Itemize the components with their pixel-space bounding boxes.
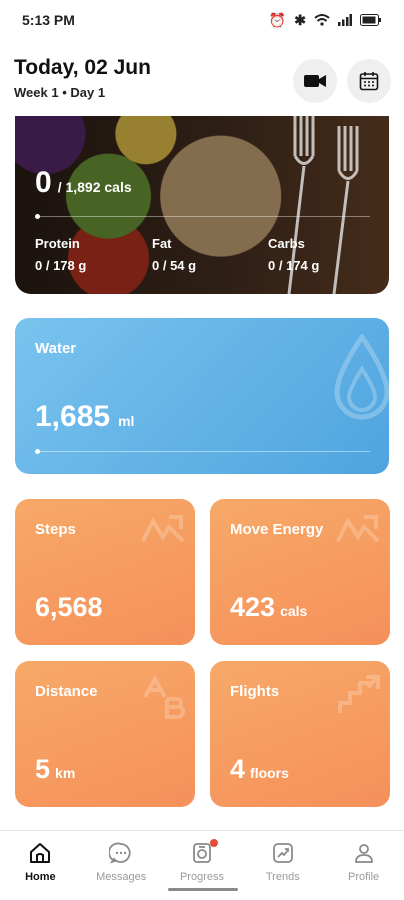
calories-card[interactable]: 0 / 1,892 cals Protein 0 / 178 g Fat 0 /… <box>15 116 389 294</box>
flights-card[interactable]: Flights 4 floors <box>210 661 390 807</box>
calories-summary: 0 / 1,892 cals <box>35 166 132 200</box>
nav-label: Progress <box>179 871 224 883</box>
calories-consumed: 0 <box>35 166 52 199</box>
nav-profile[interactable]: Profile <box>323 831 404 900</box>
progress-icon-wrapper <box>190 839 218 865</box>
macro-value: 0 / 174 g <box>268 258 320 273</box>
macro-carbs: Carbs 0 / 174 g <box>268 236 319 273</box>
week-day-separator: • <box>62 85 67 100</box>
move-energy-card[interactable]: Move Energy 423 cals <box>210 499 390 645</box>
status-icons: ⏰ ✱ <box>269 12 382 29</box>
move-energy-amount: 423 <box>230 592 276 622</box>
move-energy-value: 423 cals <box>230 592 307 623</box>
nav-trends[interactable]: Trends <box>242 831 323 900</box>
calendar-icon <box>359 72 379 91</box>
distance-card[interactable]: Distance 5 km <box>15 661 195 807</box>
nav-home[interactable]: Home <box>0 831 81 900</box>
header: Today, 02 Jun Week 1 • Day 1 <box>0 44 404 114</box>
macro-label: Fat <box>152 236 172 251</box>
distance-unit: km <box>55 765 76 781</box>
flights-label: Flights <box>230 683 280 700</box>
bluetooth-icon: ✱ <box>294 11 306 28</box>
nav-label: Messages <box>96 871 147 883</box>
stairs-watermark-icon <box>338 675 380 713</box>
water-progress-dot <box>35 449 40 454</box>
home-icon <box>30 843 51 863</box>
macro-protein: Protein 0 / 178 g <box>35 236 86 273</box>
water-label: Water <box>35 340 77 357</box>
distance-watermark-icon <box>143 674 186 719</box>
nav-label: Profile <box>347 871 380 883</box>
trends-icon <box>272 843 293 863</box>
macro-label: Carbs <box>268 236 305 251</box>
profile-icon <box>354 844 373 863</box>
macro-value: 0 / 54 g <box>152 258 197 273</box>
status-bar: 5:13 PM ⏰ ✱ <box>0 0 404 40</box>
video-camera-icon <box>304 75 326 87</box>
distance-amount: 5 <box>35 754 51 784</box>
macro-fat: Fat 0 / 54 g <box>152 236 196 273</box>
calories-progress-dot <box>35 214 40 219</box>
flights-value: 4 floors <box>230 754 289 785</box>
video-call-button[interactable] <box>293 59 337 103</box>
steps-label: Steps <box>35 521 76 538</box>
water-value: 1,685 ml <box>35 400 134 434</box>
calories-goal: / 1,892 cals <box>57 179 132 195</box>
water-progress-track <box>35 449 370 454</box>
day-label: Day 1 <box>70 85 106 100</box>
calories-progress-track <box>35 214 370 219</box>
messages-icon <box>109 842 131 864</box>
flights-count: 4 <box>230 754 246 784</box>
battery-icon <box>360 14 381 26</box>
week-label: Week 1 <box>14 85 59 100</box>
steps-count: 6,568 <box>35 592 103 622</box>
water-unit: ml <box>118 413 135 429</box>
steps-card[interactable]: Steps 6,568 <box>15 499 195 645</box>
calendar-button[interactable] <box>347 59 391 103</box>
nav-messages[interactable]: Messages <box>81 831 162 900</box>
macro-value: 0 / 178 g <box>35 258 87 273</box>
distance-value: 5 km <box>35 754 75 785</box>
water-amount: 1,685 <box>35 400 111 433</box>
move-energy-unit: cals <box>280 603 308 619</box>
water-drop-icon <box>334 334 389 420</box>
nav-label: Home <box>25 871 56 883</box>
flights-unit: floors <box>250 765 289 781</box>
macro-label: Protein <box>35 236 80 251</box>
wifi-icon <box>314 14 330 26</box>
move-energy-watermark-icon <box>336 515 380 543</box>
notification-badge <box>209 839 218 847</box>
status-time: 5:13 PM <box>22 12 75 28</box>
distance-label: Distance <box>35 683 98 700</box>
home-indicator <box>168 888 238 891</box>
nav-label: Trends <box>265 871 300 883</box>
steps-watermark-icon <box>141 515 185 543</box>
signal-icon <box>338 14 352 26</box>
alarm-icon: ⏰ <box>268 11 287 28</box>
move-energy-label: Move Energy <box>230 521 324 538</box>
water-card[interactable]: Water 1,685 ml <box>15 318 389 474</box>
steps-value: 6,568 <box>35 592 103 623</box>
